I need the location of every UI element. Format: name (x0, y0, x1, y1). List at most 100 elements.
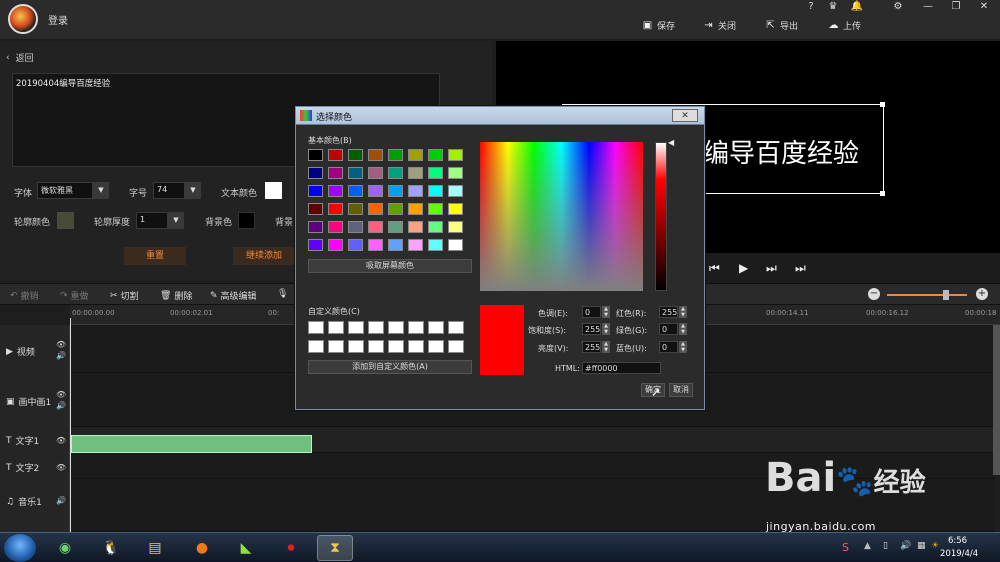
start-button[interactable] (4, 534, 36, 562)
hue-spinner[interactable]: ▲ ▼ (602, 306, 610, 318)
basic-color-swatch[interactable] (328, 149, 343, 161)
basic-color-swatch[interactable] (308, 149, 323, 161)
dialog-close-icon[interactable]: ✕ (672, 109, 698, 122)
sogou-icon[interactable]: S (842, 541, 849, 554)
custom-color-swatch[interactable] (368, 340, 384, 353)
basic-color-swatch[interactable] (408, 185, 423, 197)
basic-color-swatch[interactable] (368, 149, 383, 161)
custom-color-swatch[interactable] (328, 321, 344, 334)
saturation-spinner[interactable]: ▲ ▼ (602, 323, 610, 335)
basic-color-swatch[interactable] (328, 167, 343, 179)
basic-color-swatch[interactable] (308, 203, 323, 215)
custom-color-swatch[interactable] (388, 340, 404, 353)
basic-color-swatch[interactable] (408, 167, 423, 179)
track-pip-controls[interactable]: 👁 🔊 (56, 389, 66, 411)
resize-handle-tr[interactable] (880, 102, 885, 107)
minimize-icon[interactable]: — (919, 1, 937, 15)
tray-device-icon[interactable]: ▯ (883, 541, 888, 551)
basic-color-swatch[interactable] (428, 239, 443, 251)
basic-color-swatch[interactable] (348, 149, 363, 161)
export-button[interactable]: ⇱ 导出 (765, 18, 798, 32)
basic-color-swatch[interactable] (448, 167, 463, 179)
volume-icon[interactable]: 🔊 (900, 541, 911, 551)
custom-color-swatch[interactable] (368, 321, 384, 334)
value-spinner[interactable]: ▲ ▼ (602, 341, 610, 353)
vertical-scrollbar[interactable] (993, 325, 1000, 475)
green-spinner[interactable]: ▲ ▼ (679, 323, 687, 335)
zoom-in-icon[interactable]: + (976, 288, 988, 300)
zoom-slider-knob[interactable] (943, 290, 949, 300)
custom-color-swatch[interactable] (328, 340, 344, 353)
basic-color-swatch[interactable] (348, 239, 363, 251)
basic-color-swatch[interactable] (388, 239, 403, 251)
tray-expand-icon[interactable]: ▲ (864, 541, 871, 551)
basic-color-swatch[interactable] (328, 221, 343, 233)
back-link[interactable]: ‹ 返回 (6, 51, 34, 65)
skip-end-icon[interactable]: ⏭ (795, 261, 806, 276)
current-app-icon[interactable]: ⧗ (317, 535, 353, 561)
basic-color-swatch[interactable] (408, 203, 423, 215)
bell-icon[interactable]: 🔔 (848, 1, 866, 15)
custom-color-swatch[interactable] (348, 340, 364, 353)
hue-input[interactable]: 0 (582, 306, 601, 318)
restore-icon[interactable]: ❐ (947, 1, 965, 15)
basic-color-swatch[interactable] (448, 221, 463, 233)
advanced-edit-button[interactable]: ✎ 高级编辑 (210, 289, 257, 303)
basic-color-swatch[interactable] (328, 203, 343, 215)
blue-spinner[interactable]: ▲ ▼ (679, 341, 687, 353)
record-icon[interactable]: ⏺ (273, 535, 309, 561)
help-icon[interactable]: ? (802, 1, 820, 15)
font-dropdown-icon[interactable]: ▼ (93, 182, 109, 199)
basic-color-swatch[interactable] (388, 185, 403, 197)
outline-width-dropdown-icon[interactable]: ▼ (168, 212, 184, 229)
basic-color-swatch[interactable] (368, 221, 383, 233)
basic-color-swatch[interactable] (368, 185, 383, 197)
basic-color-swatch[interactable] (328, 239, 343, 251)
zoom-slider-track[interactable] (887, 294, 967, 296)
prev-frame-icon[interactable]: ⏮ (709, 261, 720, 276)
eye-icon[interactable]: 👁 (56, 462, 66, 473)
basic-color-swatch[interactable] (308, 239, 323, 251)
cancel-button[interactable]: 取消 (669, 383, 693, 397)
basic-color-swatch[interactable] (348, 185, 363, 197)
basic-color-swatch[interactable] (448, 239, 463, 251)
video-editor-icon[interactable]: ◣ (228, 535, 264, 561)
crown-icon[interactable]: ♛ (824, 1, 842, 15)
blue-input[interactable]: 0 (659, 341, 678, 353)
basic-color-swatch[interactable] (388, 167, 403, 179)
basic-color-swatch[interactable] (408, 239, 423, 251)
tray-weather-icon[interactable]: ☀ (931, 541, 939, 551)
saturation-input[interactable]: 255 (582, 323, 601, 335)
eye-icon[interactable]: 👁 (56, 435, 66, 446)
basic-color-swatch[interactable] (428, 167, 443, 179)
custom-color-swatch[interactable] (348, 321, 364, 334)
red-input[interactable]: 255 (659, 306, 678, 318)
outline-width-select[interactable]: 1 (136, 212, 168, 229)
basic-color-swatch[interactable] (368, 203, 383, 215)
basic-color-swatch[interactable] (388, 221, 403, 233)
basic-color-swatch[interactable] (428, 185, 443, 197)
custom-color-swatch[interactable] (308, 321, 324, 334)
basic-color-swatch[interactable] (428, 221, 443, 233)
play-icon[interactable]: ▶ (739, 261, 748, 275)
basic-color-swatch[interactable] (428, 203, 443, 215)
playhead[interactable] (70, 318, 71, 532)
basic-color-swatch[interactable] (428, 149, 443, 161)
text-color-swatch[interactable] (265, 182, 282, 199)
basic-color-swatch[interactable] (408, 149, 423, 161)
custom-color-swatch[interactable] (448, 321, 464, 334)
basic-color-swatch[interactable] (448, 185, 463, 197)
basic-color-swatch[interactable] (308, 185, 323, 197)
cut-button[interactable]: ✂ 切割 (110, 289, 139, 303)
qq-icon[interactable]: 🐧 (93, 535, 129, 561)
luminance-slider[interactable] (655, 142, 667, 291)
luminance-arrow-icon[interactable]: ◀ (668, 138, 674, 147)
basic-color-swatch[interactable] (448, 149, 463, 161)
bg-color-swatch[interactable] (238, 212, 255, 229)
basic-color-swatch[interactable] (388, 149, 403, 161)
redo-button[interactable]: ↷ 重做 (60, 289, 89, 303)
gear-icon[interactable]: ⚙ (889, 1, 907, 15)
basic-color-swatch[interactable] (348, 167, 363, 179)
basic-color-swatch[interactable] (408, 221, 423, 233)
basic-color-swatch[interactable] (348, 203, 363, 215)
